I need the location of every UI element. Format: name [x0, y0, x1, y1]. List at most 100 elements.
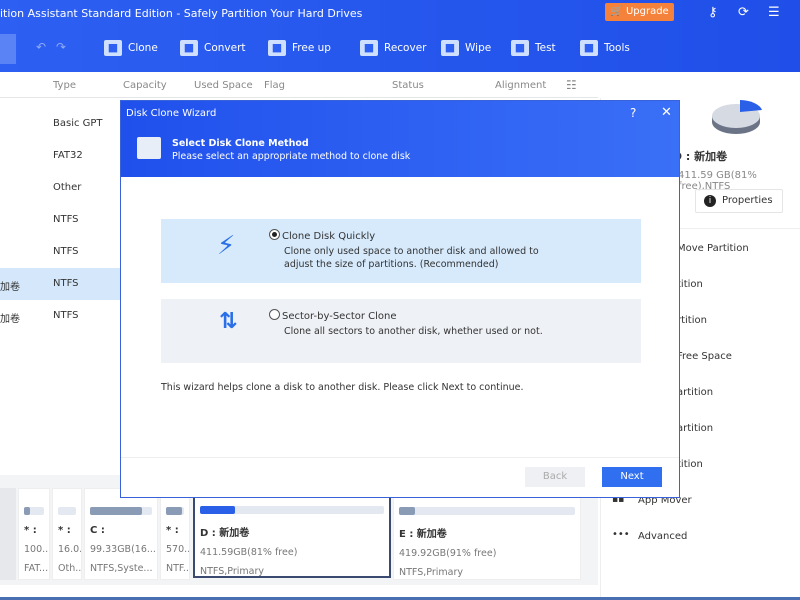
toolbar-clone-button[interactable]: ■ Clone [104, 40, 158, 56]
upgrade-button[interactable]: 🛒 Upgrade [605, 3, 674, 21]
table-row[interactable]: 加卷 NTFS [0, 300, 120, 332]
toolbar-label: Test [535, 42, 556, 54]
partition-fs: NTF... [166, 563, 190, 574]
table-row[interactable]: FAT32 [0, 140, 120, 172]
disk-clone-icon [137, 137, 161, 159]
col-capacity[interactable]: Capacity [123, 80, 167, 91]
table-row[interactable]: Basic GPT [0, 108, 120, 140]
operation-item[interactable]: Move Partition [677, 243, 749, 254]
refresh-icon[interactable]: ⟳ [738, 5, 749, 20]
operation-item[interactable]: tition [677, 279, 703, 290]
toolbar-label: Free up [292, 42, 331, 54]
back-button[interactable]: Back [525, 467, 585, 487]
col-alignment[interactable]: Alignment [495, 80, 546, 91]
partition-type: Other [53, 182, 82, 193]
partition-size: 570... [166, 544, 190, 555]
recover-icon: ■ [360, 40, 378, 56]
partition-card[interactable]: D : 新加卷 411.59GB(81% free) NTFS,Primary [193, 486, 391, 578]
key-icon[interactable]: ⚷ [708, 5, 718, 20]
partition-card[interactable]: C : 99.33GB(16... NTFS,Syste... [84, 488, 158, 580]
option-sector-by-sector[interactable]: ⇅ Sector-by-Sector Clone Clone all secto… [161, 299, 641, 363]
partition-fs: Oth... [58, 563, 82, 574]
option-desc: adjust the size of partitions. (Recommen… [284, 259, 499, 270]
close-icon[interactable]: ✕ [661, 105, 672, 120]
help-icon[interactable]: ? [630, 106, 636, 120]
partition-name: 加卷 [0, 282, 20, 293]
partition-card[interactable]: E : 新加卷 419.92GB(91% free) NTFS,Primary [393, 488, 581, 580]
partition-card[interactable]: * : 100... FAT... [18, 488, 50, 580]
usage-bar [58, 507, 76, 515]
columns-settings-icon[interactable]: ☷ [566, 78, 577, 92]
lightning-disk-icon: ⚡ [217, 231, 236, 261]
partition-size: 99.33GB(16... [90, 544, 156, 555]
partition-type: NTFS [53, 278, 79, 289]
tools-icon: ■ [580, 40, 598, 56]
menu-icon[interactable]: ☰ [768, 5, 780, 20]
option-label: Sector-by-Sector Clone [282, 311, 397, 322]
partition-card[interactable]: * : 16.0... Oth... [52, 488, 82, 580]
window-title: ition Assistant Standard Edition - Safel… [0, 7, 363, 20]
operation-item[interactable]: artition [677, 423, 713, 434]
clone-icon: ■ [104, 40, 122, 56]
redo-icon[interactable]: ↷ [56, 40, 66, 54]
partition-name: 加卷 [0, 314, 20, 325]
partition-fs: FAT... [24, 563, 49, 574]
partition-type: Basic GPT [53, 118, 103, 129]
table-row[interactable]: NTFS [0, 236, 120, 268]
option-clone-disk-quickly[interactable]: ⚡ Clone Disk Quickly Clone only used spa… [161, 219, 641, 283]
sidebar-tab[interactable] [0, 34, 16, 64]
partition-type: NTFS [53, 310, 79, 321]
toolbar-recover-button[interactable]: ■ Recover [360, 40, 426, 56]
next-button[interactable]: Next [602, 467, 662, 487]
option-desc: Clone only used space to another disk an… [284, 246, 539, 257]
operation-item[interactable]: artition [677, 387, 713, 398]
properties-button[interactable]: i Properties [695, 189, 783, 213]
operation-item[interactable]: Free Space [677, 351, 732, 362]
partition-label: * : [58, 525, 71, 536]
col-used-space[interactable]: Used Space [194, 80, 253, 91]
table-row[interactable]: NTFS [0, 204, 120, 236]
info-icon: i [704, 195, 716, 207]
col-status[interactable]: Status [392, 80, 424, 91]
undo-icon[interactable]: ↶ [36, 40, 46, 54]
partition-type: NTFS [53, 214, 79, 225]
partition-size: 16.0... [58, 544, 82, 555]
toolbar-test-button[interactable]: ■ Test [511, 40, 556, 56]
disk-info-block[interactable] [0, 488, 16, 580]
partition-card[interactable]: * : 570... NTF... [160, 488, 190, 580]
partition-type: NTFS [53, 246, 79, 257]
arrows-disk-icon: ⇅ [219, 309, 238, 334]
partition-type: FAT32 [53, 150, 83, 161]
dialog-subheading: Please select an appropriate method to c… [172, 151, 411, 162]
toolbar-free-up-button[interactable]: ■ Free up [268, 40, 331, 56]
toolbar-label: Convert [204, 42, 246, 54]
convert-icon: ■ [180, 40, 198, 56]
partition-fs: NTFS,Primary [200, 566, 264, 577]
operation-item[interactable]: tition [677, 459, 703, 470]
partition-size: 100... [24, 544, 50, 555]
operation-item[interactable]: Advanced [638, 531, 687, 542]
dialog-title: Disk Clone Wizard [126, 108, 217, 119]
partition-label: * : [166, 525, 179, 536]
col-flag[interactable]: Flag [264, 80, 285, 91]
radio-clone-quickly[interactable] [269, 229, 280, 240]
toolbar-wipe-button[interactable]: ■ Wipe [441, 40, 491, 56]
disk-pie-icon [712, 100, 762, 134]
disk-clone-wizard-dialog: Disk Clone Wizard ? ✕ Select Disk Clone … [120, 100, 680, 498]
partition-label: C : [90, 525, 105, 536]
more-icon: ••• [612, 529, 630, 540]
usage-bar [200, 506, 384, 514]
toolbar-convert-button[interactable]: ■ Convert [180, 40, 246, 56]
properties-label: Properties [722, 195, 773, 206]
partition-fs: NTFS,Primary [399, 567, 463, 578]
radio-sector-by-sector[interactable] [269, 309, 280, 320]
toolbar-tools-button[interactable]: ■ Tools [580, 40, 630, 56]
free-up-icon: ■ [268, 40, 286, 56]
operation-item[interactable]: rtition [677, 315, 707, 326]
usage-bar [24, 507, 44, 515]
toolbar-label: Wipe [465, 42, 492, 54]
table-row[interactable]: Other [0, 172, 120, 204]
usage-bar [90, 507, 152, 515]
table-row[interactable]: 加卷 NTFS [0, 268, 120, 300]
col-type[interactable]: Type [53, 80, 76, 91]
